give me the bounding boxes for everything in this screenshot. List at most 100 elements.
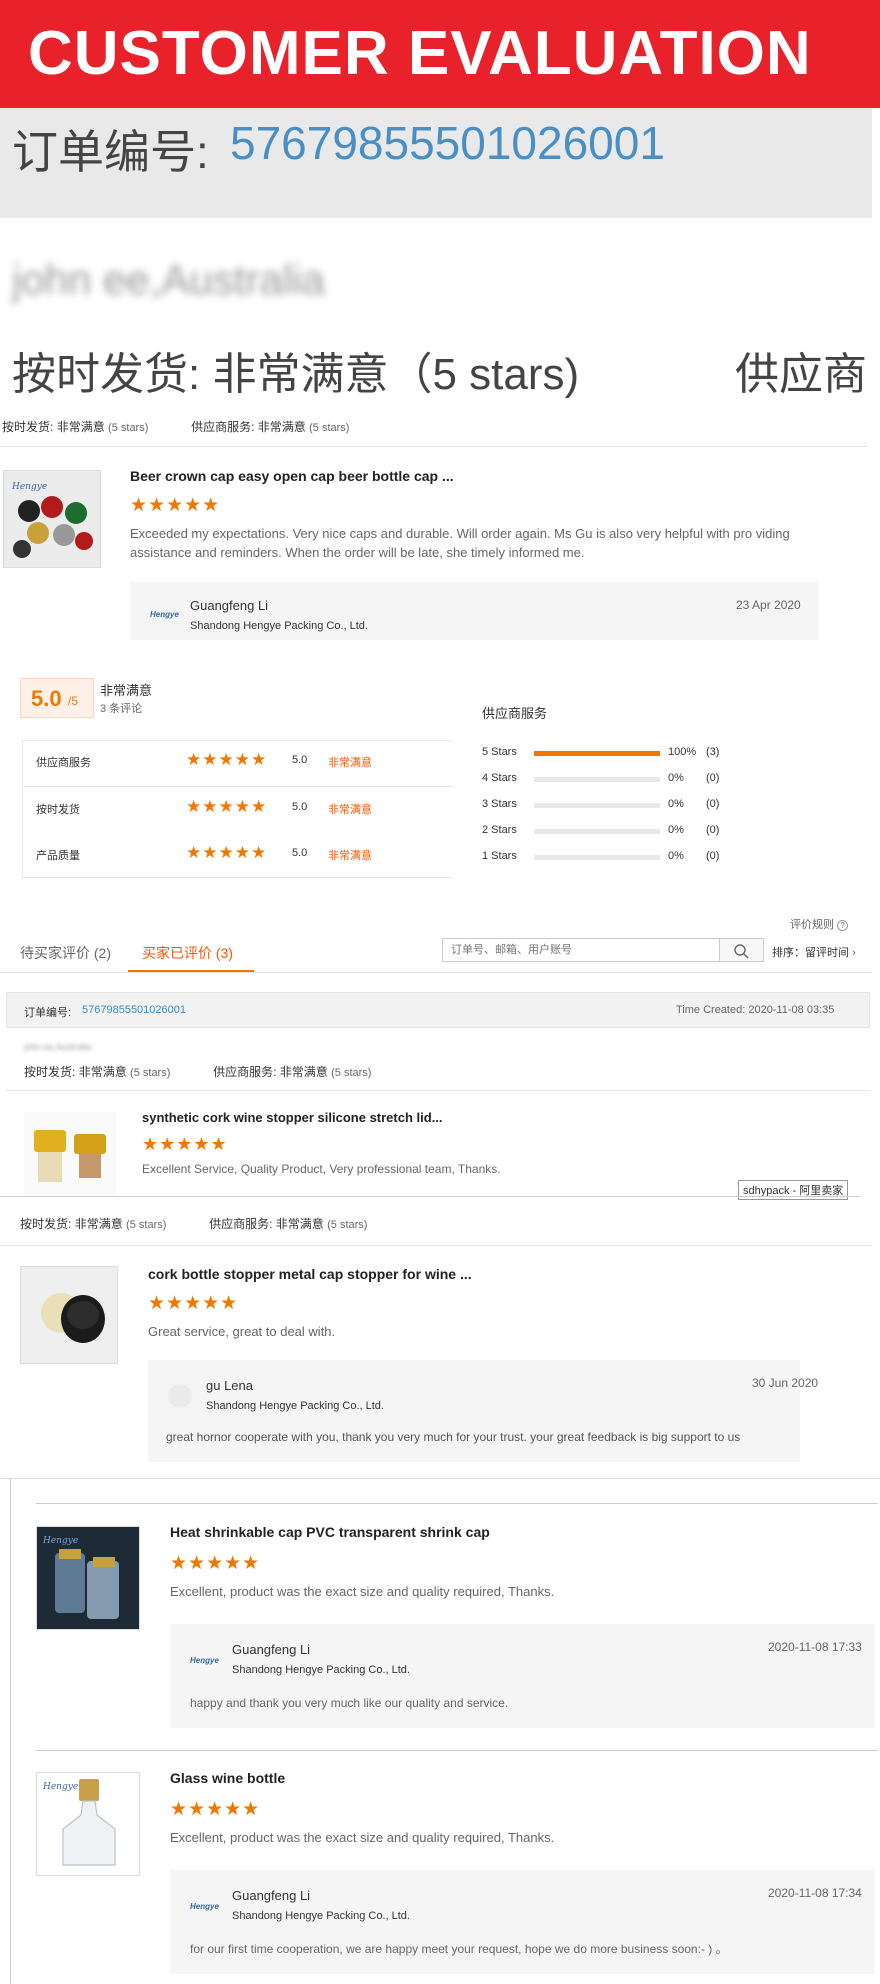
seller-name: Guangfeng Li [190, 598, 269, 613]
avatar [168, 1384, 192, 1408]
distribution-count: (0) [706, 824, 720, 836]
distribution-percent: 0% [668, 850, 684, 862]
seller-company: Shandong Hengye Packing Co., Ltd. [190, 620, 368, 632]
product-image-shrink-cap[interactable]: Hengye [36, 1526, 140, 1630]
banner-title: CUSTOMER EVALUATION [28, 19, 812, 88]
category-value: 5.0 [292, 801, 308, 813]
distribution-bar-track [534, 855, 660, 860]
divider [0, 1196, 860, 1197]
distribution-percent: 100% [668, 746, 697, 758]
seller-logo: Hengye [190, 1656, 219, 1665]
left-rule [10, 1478, 11, 1984]
order-row-label: 订单编号: [24, 1007, 72, 1019]
chevron-right-icon: › [852, 947, 856, 959]
sort-label: 排序：留评时间 [772, 947, 849, 959]
distribution-bar-track [534, 803, 660, 808]
distribution-count: (3) [706, 746, 720, 758]
category-label: 产品质量 [36, 850, 80, 862]
category-value: 5.0 [292, 847, 308, 859]
distribution-bar-fill [534, 751, 660, 756]
distribution-percent: 0% [668, 798, 684, 810]
seller-name: gu Lena [206, 1378, 253, 1393]
category-value: 5.0 [292, 754, 308, 766]
divider [0, 446, 868, 447]
divider [23, 786, 453, 787]
product-image-cork-stopper[interactable] [24, 1112, 116, 1196]
distribution-label: 3 Stars [482, 798, 517, 810]
tab-buyer-reviewed[interactable]: 买家已评价 (3) [142, 943, 233, 963]
rating-stars: ★★★★★ [130, 495, 221, 516]
help-icon: ? [837, 920, 849, 931]
reply-date: 2020-11-08 17:33 [768, 1640, 862, 1654]
search-input[interactable] [442, 938, 720, 962]
product-image-cork-cap[interactable] [20, 1266, 118, 1364]
review2-meta: 按时发货: 非常满意 (5 stars) 供应商服务: 非常满意 (5 star… [24, 1063, 371, 1080]
sort-select[interactable]: 排序：留评时间 › [772, 944, 856, 960]
review-text: Exceeded my expectations. Very nice caps… [130, 526, 790, 560]
product-title[interactable]: Heat shrinkable cap PVC transparent shri… [170, 1524, 490, 1540]
review-text: Excellent, product was the exact size an… [170, 1584, 555, 1599]
rating-stars: ★★★★★ [170, 1799, 261, 1820]
reply-date: 30 Jun 2020 [752, 1376, 819, 1390]
overall-level: 非常满意 [100, 683, 153, 698]
service-value: 非常满意 [257, 420, 306, 434]
distribution-bar-track [534, 829, 660, 834]
logo-text: Hengye [42, 1782, 78, 1792]
divider [36, 1503, 878, 1504]
distribution-count: (0) [706, 850, 720, 862]
product-title[interactable]: cork bottle stopper metal cap stopper fo… [148, 1266, 472, 1282]
order-label: 订单编号: [12, 126, 209, 178]
product-image-crown-caps[interactable]: Hengye [3, 470, 101, 568]
score-box: 5.0 /5 [20, 678, 94, 718]
cork-cap-icon [41, 1293, 105, 1343]
category-stars: ★★★★★ [186, 797, 268, 816]
service-stars: (5 stars) [331, 1067, 372, 1079]
big-rating-cut: 供应商 [735, 350, 867, 399]
review1-meta: 按时发货: 非常满意 (5 stars) 供应商服务: 非常满意 (5 star… [2, 418, 349, 435]
seller-company: Shandong Hengye Packing Co., Ltd. [232, 1664, 410, 1676]
logo-text: Hengye [42, 1536, 78, 1546]
rating-stars: ★★★★★ [142, 1134, 228, 1154]
ship-stars: (5 stars) [108, 422, 149, 434]
distribution-label: 2 Stars [482, 824, 517, 836]
buyer-name-blurred: john ee,Australia [24, 1042, 92, 1052]
category-stars: ★★★★★ [186, 750, 268, 769]
search-icon [734, 944, 749, 959]
service-label: 供应商服务: [191, 420, 255, 434]
logo-text: Hengye [11, 482, 47, 492]
review-text: Great service, great to deal with. [148, 1324, 336, 1339]
review-text: Excellent Service, Quality Product, Very… [142, 1162, 501, 1176]
service-value: 非常满意 [275, 1217, 324, 1231]
review-count: 3 条评论 [100, 703, 143, 715]
seller-logo: Hengye [190, 1902, 219, 1911]
tab-pending-reviews[interactable]: 待买家评价 (2) [20, 943, 111, 963]
review-text: Excellent, product was the exact size an… [170, 1830, 555, 1845]
big-rating-text: 按时发货: 非常满意（5 stars) [12, 350, 580, 399]
order-row-number[interactable]: 57679855501026001 [82, 1004, 186, 1016]
rating-stars: ★★★★★ [148, 1293, 239, 1314]
search-button[interactable] [720, 938, 764, 962]
product-title[interactable]: synthetic cork wine stopper silicone str… [142, 1110, 443, 1125]
category-level: 非常满意 [328, 804, 372, 816]
service-stars: (5 stars) [309, 422, 350, 434]
product-image-glass-bottle[interactable]: Hengye [36, 1772, 140, 1876]
service-label: 供应商服务: [213, 1065, 277, 1079]
divider [36, 1750, 878, 1751]
reply-text: for our first time cooperation, we are h… [190, 1942, 728, 1956]
divider [0, 1478, 880, 1479]
ship-value: 非常满意 [74, 1217, 123, 1231]
seller-company: Shandong Hengye Packing Co., Ltd. [206, 1400, 384, 1412]
distribution-count: (0) [706, 798, 720, 810]
service-stars: (5 stars) [327, 1219, 368, 1231]
rules-label: 评价规则 [790, 919, 834, 931]
distribution-title: 供应商服务 [482, 706, 548, 721]
product-title[interactable]: Beer crown cap easy open cap beer bottle… [130, 468, 454, 484]
ship-value: 非常满意 [56, 420, 105, 434]
product-title[interactable]: Glass wine bottle [170, 1770, 285, 1786]
rules-link[interactable]: 评价规则 ? [790, 916, 849, 932]
reply-date: 23 Apr 2020 [736, 598, 801, 612]
order-number[interactable]: 57679855501026001 [230, 116, 665, 170]
glass-bottle-icon: Hengye [42, 1779, 116, 1866]
ship-value: 非常满意 [78, 1065, 127, 1079]
overall-score: 5.0 [31, 686, 62, 711]
